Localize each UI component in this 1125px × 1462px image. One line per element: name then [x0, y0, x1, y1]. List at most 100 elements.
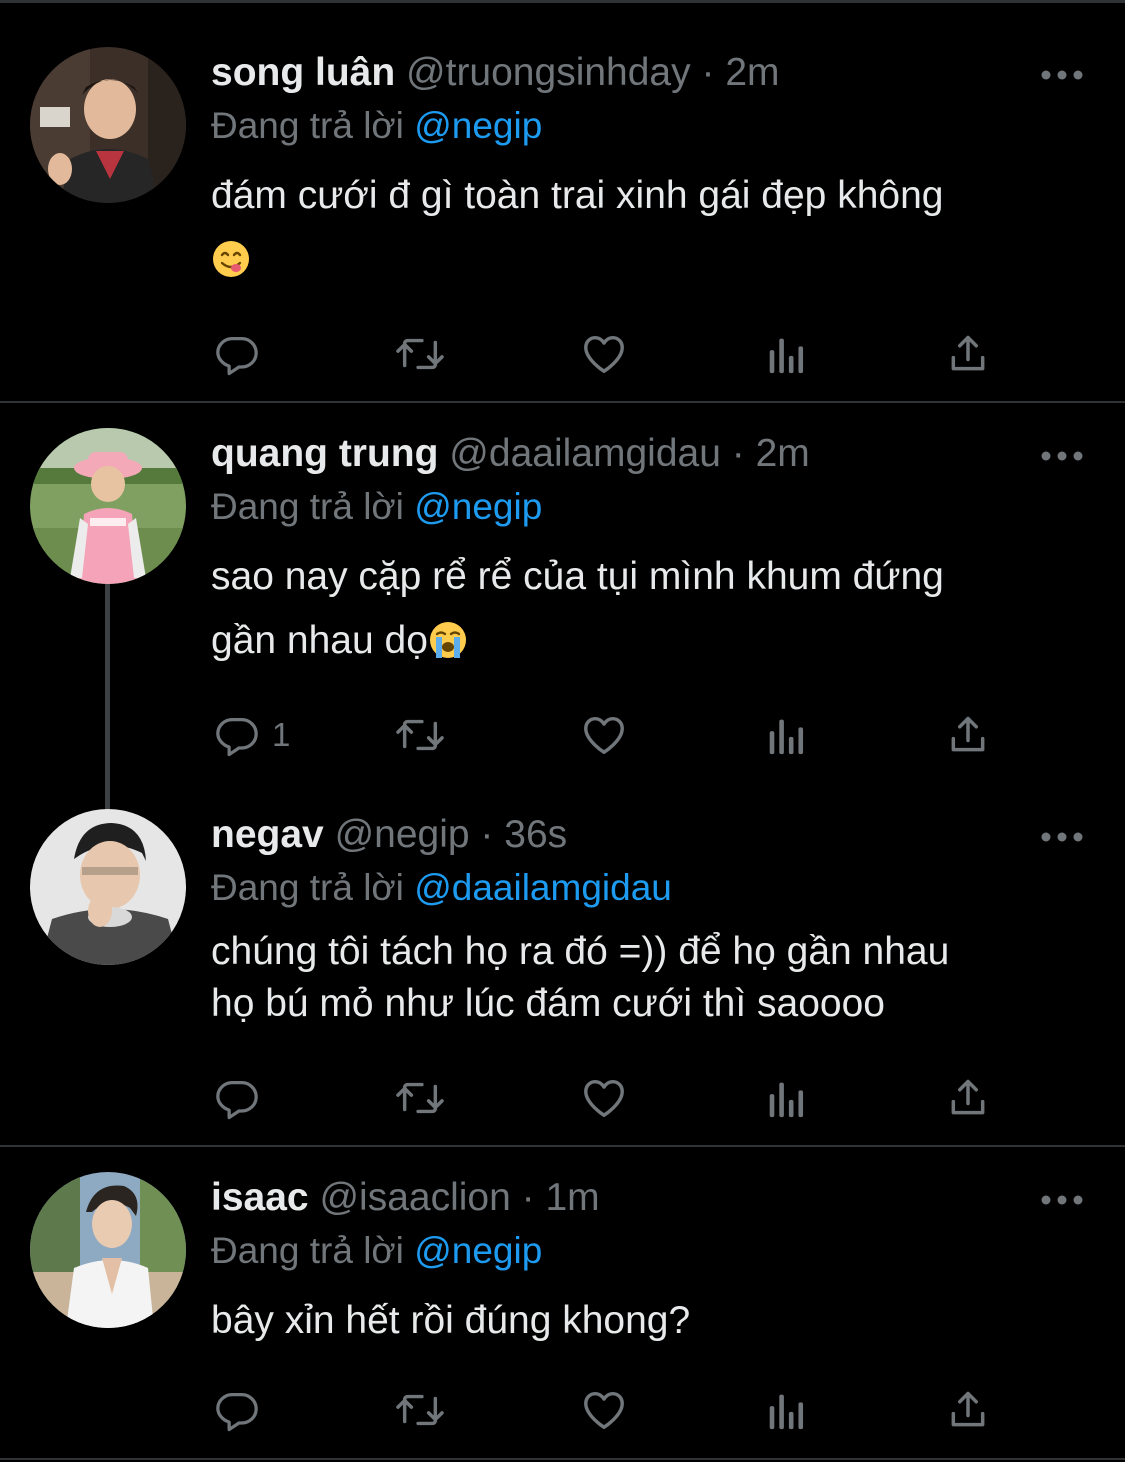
tweet-actions: [0, 1073, 1125, 1123]
mention-link[interactable]: @negip: [414, 105, 542, 146]
reply-button[interactable]: 1: [214, 710, 290, 760]
like-icon: [584, 1079, 624, 1117]
share-button[interactable]: [946, 710, 990, 760]
display-name[interactable]: quang trung: [211, 432, 438, 475]
views-button[interactable]: [765, 1073, 807, 1123]
display-name[interactable]: negav: [211, 813, 324, 856]
share-icon: [951, 335, 985, 371]
like-icon: [584, 335, 624, 373]
separator-dot: ·: [480, 813, 494, 856]
views-icon: [769, 719, 804, 755]
views-button[interactable]: [765, 329, 807, 379]
retweet-button[interactable]: [394, 710, 446, 760]
like-button[interactable]: [580, 1385, 628, 1435]
retweet-icon: [396, 1394, 444, 1426]
share-icon: [951, 716, 985, 752]
more-icon[interactable]: [1040, 830, 1084, 842]
share-button[interactable]: [946, 1073, 990, 1123]
tweet-divider: [0, 1145, 1125, 1147]
retweet-button[interactable]: [394, 329, 446, 379]
share-icon: [951, 1391, 985, 1427]
mention-link[interactable]: @daailamgidau: [414, 867, 672, 908]
like-icon: [584, 716, 624, 754]
tweet-actions: [0, 329, 1125, 379]
replying-to: Đang trả lời @daailamgidau: [211, 865, 672, 911]
reply-button[interactable]: [214, 1385, 260, 1435]
display-name[interactable]: song luân: [211, 51, 395, 94]
replying-to-label: Đang trả lời: [211, 867, 404, 908]
tweet-text-line: đám cưới đ gì toàn trai xinh gái đẹp khô…: [211, 174, 944, 217]
tweet-header: quang trung @daailamgidau · 2m: [211, 431, 810, 477]
tweet-text-line: bây xỉn hết rồi đúng khong?: [211, 1299, 691, 1342]
yum-emoji-icon: [211, 235, 251, 277]
retweet-button[interactable]: [394, 1073, 446, 1123]
like-button[interactable]: [580, 710, 628, 760]
timestamp[interactable]: 1m: [545, 1176, 599, 1219]
avatar[interactable]: [30, 809, 186, 965]
user-handle[interactable]: @truongsinhday: [406, 51, 691, 94]
tweet-text-line: họ bú mỏ như lúc đám cưới thì saoooo: [211, 982, 885, 1025]
tweet-header: song luân @truongsinhday · 2m: [211, 50, 780, 96]
views-icon: [769, 1394, 804, 1430]
tweet-text: bây xỉn hết rồi đúng khong?: [211, 1289, 1091, 1353]
mention-link[interactable]: @negip: [414, 486, 542, 527]
replying-to-label: Đang trả lời: [211, 486, 404, 527]
like-icon: [584, 1391, 624, 1429]
reply-count: 1: [272, 716, 291, 753]
reply-icon: [216, 1081, 258, 1120]
views-icon: [769, 338, 804, 374]
tweet-divider: [0, 401, 1125, 403]
tweet-text-line: gần nhau dọ: [211, 619, 428, 662]
reply-button[interactable]: [214, 1073, 260, 1123]
user-handle[interactable]: @isaaclion: [319, 1176, 510, 1219]
timestamp[interactable]: 36s: [504, 813, 567, 856]
like-button[interactable]: [580, 329, 628, 379]
views-button[interactable]: [765, 1385, 807, 1435]
tweet-actions: 1: [0, 710, 1125, 760]
user-handle[interactable]: @negip: [335, 813, 470, 856]
crying-emoji-icon: [428, 616, 468, 658]
tweet-text: đám cưới đ gì toàn trai xinh gái đẹp khô…: [211, 164, 1091, 292]
share-button[interactable]: [946, 1385, 990, 1435]
retweet-icon: [396, 719, 444, 751]
separator-dot: ·: [701, 51, 715, 94]
reply-icon: [216, 337, 258, 376]
avatar[interactable]: [30, 428, 186, 584]
avatar[interactable]: [30, 1172, 186, 1328]
more-icon[interactable]: [1040, 68, 1084, 80]
separator-dot: ·: [731, 432, 745, 475]
display-name[interactable]: isaac: [211, 1176, 309, 1219]
user-handle[interactable]: @daailamgidau: [449, 432, 721, 475]
share-button[interactable]: [946, 329, 990, 379]
thread-connector: [105, 584, 110, 810]
tweet-header: negav @negip · 36s: [211, 812, 567, 858]
tweet-divider: [0, 1458, 1125, 1460]
more-icon[interactable]: [1040, 1193, 1084, 1205]
timestamp[interactable]: 2m: [756, 432, 810, 475]
reply-icon: [216, 718, 258, 757]
views-icon: [769, 1082, 804, 1118]
views-button[interactable]: [765, 710, 807, 760]
replying-to-label: Đang trả lời: [211, 1230, 404, 1271]
like-button[interactable]: [580, 1073, 628, 1123]
replying-to-label: Đang trả lời: [211, 105, 404, 146]
tweet-header: isaac @isaaclion · 1m: [211, 1175, 600, 1221]
retweet-icon: [396, 338, 444, 370]
tweet-text: sao nay cặp rể rể của tụi mình khum đứng…: [211, 545, 1091, 673]
replying-to: Đang trả lời @negip: [211, 1228, 542, 1274]
replying-to: Đang trả lời @negip: [211, 484, 542, 530]
mention-link[interactable]: @negip: [414, 1230, 542, 1271]
retweet-button[interactable]: [394, 1385, 446, 1435]
more-icon[interactable]: [1040, 449, 1084, 461]
avatar[interactable]: [30, 47, 186, 203]
tweet-text-line: chúng tôi tách họ ra đó =)) để họ gần nh…: [211, 930, 950, 973]
separator-dot: ·: [521, 1176, 535, 1219]
replying-to: Đang trả lời @negip: [211, 103, 542, 149]
share-icon: [951, 1079, 985, 1115]
reply-button[interactable]: [214, 329, 260, 379]
tweet-actions: [0, 1385, 1125, 1435]
reply-icon: [216, 1393, 258, 1432]
top-divider: [0, 0, 1125, 3]
tweet-text: chúng tôi tách họ ra đó =)) để họ gần nh…: [211, 926, 1091, 1030]
timestamp[interactable]: 2m: [725, 51, 779, 94]
